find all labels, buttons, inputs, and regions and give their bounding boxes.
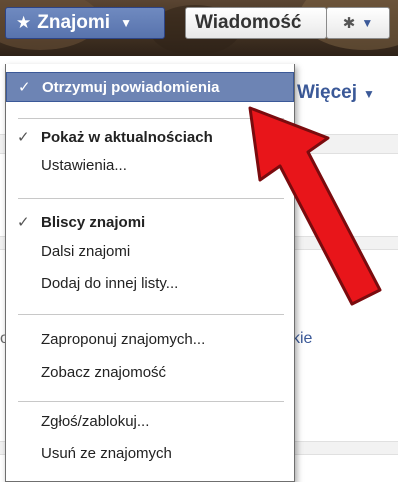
menu-item-label: Pokaż w aktualnościach <box>41 128 213 146</box>
menu-item-label: Usuń ze znajomych <box>41 444 172 462</box>
menu-item-suggest-friends[interactable]: Zaproponuj znajomych... <box>6 324 294 354</box>
chevron-down-icon: ▼ <box>120 16 132 30</box>
checkmark-icon: ✓ <box>17 129 30 146</box>
menu-item-label: Zobacz znajomość <box>41 363 167 381</box>
checkmark-icon: ✓ <box>18 79 31 96</box>
menu-item-label: Ustawienia... <box>41 156 127 174</box>
red-arrow-annotation <box>248 106 382 306</box>
menu-item-label: Bliscy znajomi <box>41 213 146 231</box>
partial-link[interactable]: kie <box>292 330 312 348</box>
star-icon: ★ <box>16 13 32 32</box>
menu-separator <box>18 401 284 402</box>
menu-item-label: Zaproponuj znajomych... <box>41 330 206 348</box>
menu-item-label: Dalsi znajomi <box>41 242 131 260</box>
menu-item-unfriend[interactable]: Usuń ze znajomych <box>6 438 294 468</box>
message-button-label: Wiadomość <box>195 12 302 33</box>
menu-item-report-block[interactable]: Zgłoś/zablokuj... <box>6 406 294 436</box>
gear-icon: ✱ <box>342 15 356 32</box>
chevron-down-icon: ▼ <box>361 16 374 30</box>
menu-item-label: Otrzymuj powiadomienia <box>42 78 220 96</box>
checkmark-icon: ✓ <box>17 214 30 231</box>
friends-button[interactable]: ★ Znajomi ▼ <box>5 7 165 39</box>
gear-menu-button[interactable]: ✱ ▼ <box>326 7 390 39</box>
message-button[interactable]: Wiadomość <box>185 7 327 39</box>
menu-item-see-friendship[interactable]: Zobacz znajomość <box>6 357 294 387</box>
menu-item-label: Dodaj do innej listy... <box>41 274 179 292</box>
menu-item-label: Zgłoś/zablokuj... <box>41 412 150 430</box>
friends-button-label: Znajomi <box>37 12 111 33</box>
